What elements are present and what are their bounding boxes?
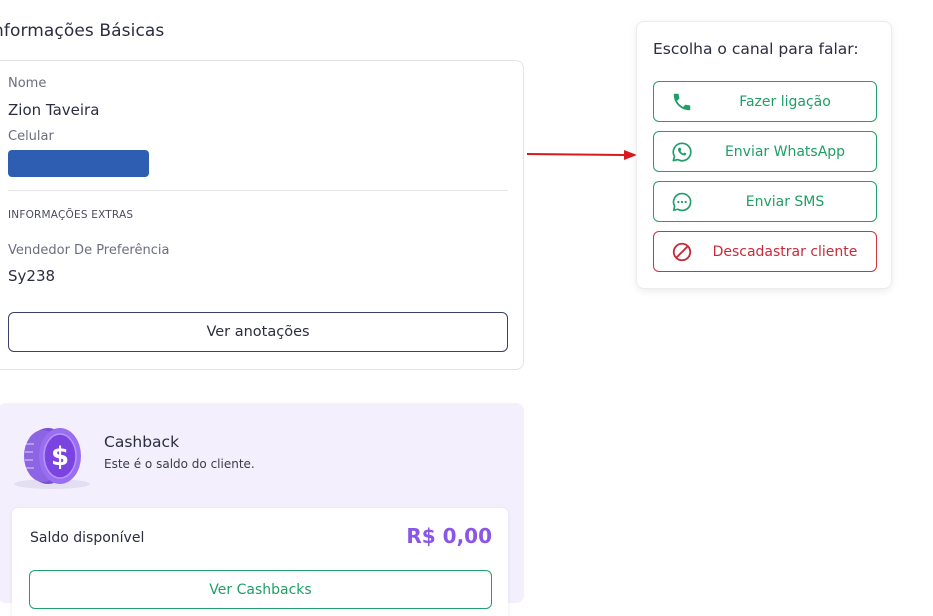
call-button[interactable]: Fazer ligação [653, 81, 877, 122]
seller-label: Vendedor De Preferência [8, 243, 170, 258]
coin-icon: $ [14, 428, 90, 489]
seller-value: Sy238 [8, 267, 56, 285]
phone-label: Celular [8, 129, 54, 144]
view-notes-button[interactable]: Ver anotações [8, 312, 508, 352]
section-title: nformações Básicas [0, 21, 165, 41]
block-icon [672, 242, 692, 262]
extras-title: INFORMAÇÕES EXTRAS [8, 209, 134, 221]
cashback-subtitle: Este é o saldo do cliente. [104, 457, 255, 471]
name-label: Nome [8, 76, 47, 91]
red-arrow-annotation [527, 150, 637, 160]
whatsapp-button[interactable]: Enviar WhatsApp [653, 131, 877, 172]
cashback-title: Cashback [104, 433, 180, 451]
unsubscribe-client-button[interactable]: Descadastrar cliente [653, 231, 877, 272]
svg-text:$: $ [51, 442, 69, 472]
phone-icon [673, 93, 691, 111]
balance-value: R$ 0,00 [406, 524, 492, 548]
name-value: Zion Taveira [8, 101, 100, 119]
phone-value-redacted [8, 150, 149, 177]
sms-icon [672, 192, 692, 212]
whatsapp-icon [672, 142, 692, 162]
sms-button[interactable]: Enviar SMS [653, 181, 877, 222]
balance-label: Saldo disponível [30, 530, 145, 546]
channel-title: Escolha o canal para falar: [653, 40, 859, 58]
view-cashbacks-button[interactable]: Ver Cashbacks [29, 570, 492, 609]
divider [8, 190, 508, 191]
